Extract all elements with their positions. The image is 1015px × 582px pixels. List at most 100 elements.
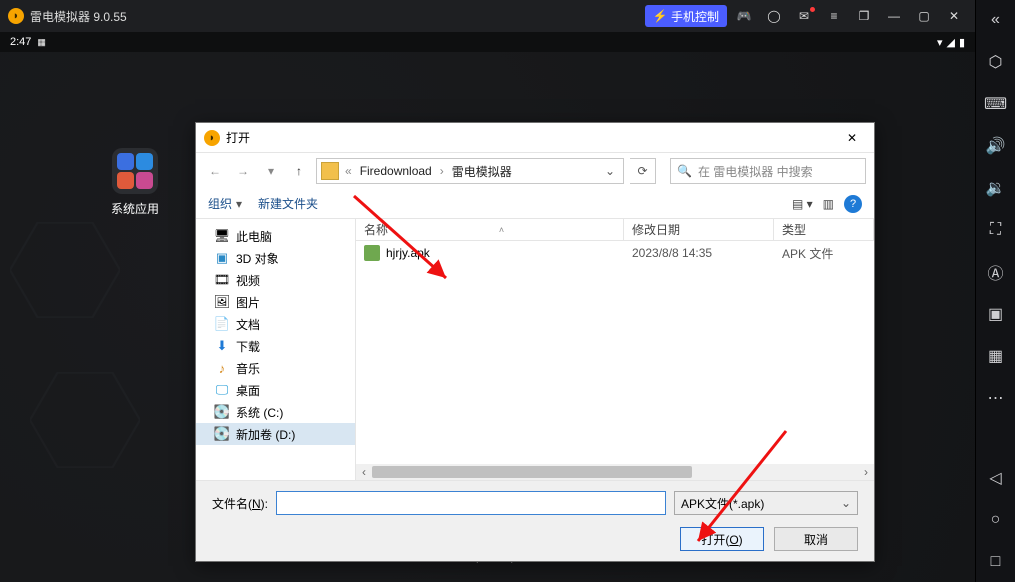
battery-icon: ▮ <box>959 36 965 49</box>
dialog-logo: ◗ <box>204 130 220 146</box>
keyboard-icon[interactable]: ⌨ <box>984 92 1008 116</box>
more-icon[interactable]: ⋯ <box>984 386 1008 410</box>
mail-icon[interactable]: ✉ <box>791 5 817 27</box>
record-icon[interactable]: ▦ <box>984 344 1008 368</box>
tree-system-c[interactable]: 💽系统 (C:) <box>196 401 355 423</box>
android-status-bar: 2:47 ▦ ▾ ◢ ▮ <box>0 32 975 52</box>
nav-back-button[interactable]: ← <box>204 160 226 182</box>
dialog-close-button[interactable]: ✕ <box>838 127 866 149</box>
tree-pictures[interactable]: 🖼图片 <box>196 291 355 313</box>
nav-recent-button[interactable]: ▾ <box>260 160 282 182</box>
filename-input[interactable] <box>276 491 666 515</box>
filename-label: 文件名(N): <box>212 495 268 512</box>
search-placeholder: 在 雷电模拟器 中搜索 <box>698 163 813 180</box>
refresh-button[interactable]: ⟳ <box>630 158 656 184</box>
chevron-icon: « <box>343 164 354 178</box>
organize-button[interactable]: 组织 ▾ <box>208 195 242 212</box>
chevron-right-icon: › <box>438 164 446 178</box>
close-button[interactable]: ✕ <box>941 5 967 27</box>
drive-icon: 💽 <box>214 426 230 442</box>
file-type-filter[interactable]: APK文件(*.apk) ⌄ <box>674 491 858 515</box>
tree-downloads[interactable]: ⬇下载 <box>196 335 355 357</box>
dialog-bottom: 文件名(N): APK文件(*.apk) ⌄ 打开(O) 取消 <box>196 480 874 561</box>
col-name[interactable]: 名称˄ <box>356 219 624 240</box>
preview-pane-button[interactable]: ▥ <box>823 197 834 211</box>
system-app-icon <box>112 148 158 194</box>
address-dropdown[interactable]: ⌄ <box>601 164 619 178</box>
cancel-button[interactable]: 取消 <box>774 527 858 551</box>
tree-desktop[interactable]: 🖵桌面 <box>196 379 355 401</box>
collapse-rail-button[interactable]: « <box>984 8 1008 32</box>
pictures-icon: 🖼 <box>214 294 230 310</box>
nav-home-icon[interactable]: ○ <box>984 508 1008 532</box>
address-bar[interactable]: « Firedownload › 雷电模拟器 ⌄ <box>316 158 624 184</box>
horizontal-scrollbar[interactable]: ‹ › <box>356 464 874 480</box>
status-time: 2:47 <box>10 36 31 48</box>
help-button[interactable]: ? <box>844 195 862 213</box>
gamepad-icon[interactable]: 🎮 <box>731 5 757 27</box>
chevron-down-icon: ▾ <box>236 197 242 211</box>
new-folder-button[interactable]: 新建文件夹 <box>258 195 318 212</box>
tree-volume-d[interactable]: 💽新加卷 (D:) <box>196 423 355 445</box>
nav-forward-button[interactable]: → <box>232 160 254 182</box>
phone-control-button[interactable]: ⚡ 手机控制 <box>645 5 727 27</box>
nav-recents-icon[interactable]: □ <box>984 550 1008 574</box>
chevron-down-icon: ⌄ <box>841 496 851 510</box>
scroll-left-icon[interactable]: ‹ <box>356 465 372 479</box>
apk-icon <box>364 245 380 261</box>
system-app-label: 系统应用 <box>100 200 170 217</box>
tree-videos[interactable]: 🎞视频 <box>196 269 355 291</box>
folder-icon <box>321 162 339 180</box>
file-type: APK 文件 <box>774 245 874 262</box>
cube-icon: ▣ <box>214 250 230 266</box>
fullscreen-icon[interactable]: ⛶ <box>984 218 1008 242</box>
file-date: 2023/8/8 14:35 <box>624 246 774 260</box>
maximize-button[interactable]: ▢ <box>911 5 937 27</box>
search-box[interactable]: 🔍 在 雷电模拟器 中搜索 <box>670 158 866 184</box>
titlebar: ◗ 雷电模拟器 9.0.55 ⚡ 手机控制 🎮 ◯ ✉ ≡ ❐ — ▢ ✕ <box>0 0 975 32</box>
folder-tree[interactable]: 🖥此电脑 ▣3D 对象 🎞视频 🖼图片 📄文档 ⬇下载 ♪音乐 🖵桌面 💽系统 … <box>196 219 356 480</box>
screenshot-icon[interactable]: ▣ <box>984 302 1008 326</box>
nav-back-icon[interactable]: ◁ <box>984 466 1008 490</box>
sort-asc-icon: ˄ <box>499 225 504 235</box>
breadcrumb-seg-1[interactable]: Firedownload <box>358 164 434 178</box>
menu-icon[interactable]: ≡ <box>821 5 847 27</box>
account-icon[interactable]: ◯ <box>761 5 787 27</box>
file-name: hjrjy.apk <box>386 246 430 260</box>
dialog-nav-row: ← → ▾ ↑ « Firedownload › 雷电模拟器 ⌄ ⟳ 🔍 在 雷… <box>196 153 874 189</box>
column-headers[interactable]: 名称˄ 修改日期 类型 <box>356 219 874 241</box>
file-row[interactable]: hjrjy.apk 2023/8/8 14:35 APK 文件 <box>356 241 874 265</box>
open-button[interactable]: 打开(O) <box>680 527 764 551</box>
tree-3d-objects[interactable]: ▣3D 对象 <box>196 247 355 269</box>
wifi-icon: ▾ <box>937 36 943 49</box>
documents-icon: 📄 <box>214 316 230 332</box>
tree-music[interactable]: ♪音乐 <box>196 357 355 379</box>
pc-icon: 🖥 <box>214 228 230 244</box>
video-icon: 🎞 <box>214 272 230 288</box>
window-title: 雷电模拟器 9.0.55 <box>30 8 127 25</box>
col-date[interactable]: 修改日期 <box>624 219 774 240</box>
volume-down-icon[interactable]: 🔉 <box>984 176 1008 200</box>
language-icon[interactable]: Ⓐ <box>984 260 1008 284</box>
volume-up-icon[interactable]: 🔊 <box>984 134 1008 158</box>
bolt-icon: ⚡ <box>653 9 668 23</box>
settings-icon[interactable]: ⬡ <box>984 50 1008 74</box>
dialog-body: 🖥此电脑 ▣3D 对象 🎞视频 🖼图片 📄文档 ⬇下载 ♪音乐 🖵桌面 💽系统 … <box>196 219 874 480</box>
app-logo: ◗ <box>8 8 24 24</box>
col-type[interactable]: 类型 <box>774 219 874 240</box>
minimize-button[interactable]: — <box>881 5 907 27</box>
nav-up-button[interactable]: ↑ <box>288 160 310 182</box>
view-mode-button[interactable]: ▤ ▾ <box>792 197 813 211</box>
multiwindow-icon[interactable]: ❐ <box>851 5 877 27</box>
scroll-right-icon[interactable]: › <box>858 465 874 479</box>
dialog-title: 打开 <box>226 129 250 146</box>
tree-this-pc[interactable]: 🖥此电脑 <box>196 225 355 247</box>
breadcrumb-seg-2[interactable]: 雷电模拟器 <box>450 163 514 180</box>
desktop-icon: 🖵 <box>214 382 230 398</box>
file-list[interactable]: hjrjy.apk 2023/8/8 14:35 APK 文件 <box>356 241 874 464</box>
desktop-app-system[interactable]: 系统应用 <box>100 148 170 217</box>
file-list-pane: 名称˄ 修改日期 类型 hjrjy.apk 2023/8/8 14:35 APK… <box>356 219 874 480</box>
tree-documents[interactable]: 📄文档 <box>196 313 355 335</box>
android-desktop[interactable]: 系统应用 天龙八部2: 飞龙战天 全民江湖 秦时明月: 沧海 (预下载) 天命传… <box>0 52 975 582</box>
scroll-thumb[interactable] <box>372 466 692 478</box>
